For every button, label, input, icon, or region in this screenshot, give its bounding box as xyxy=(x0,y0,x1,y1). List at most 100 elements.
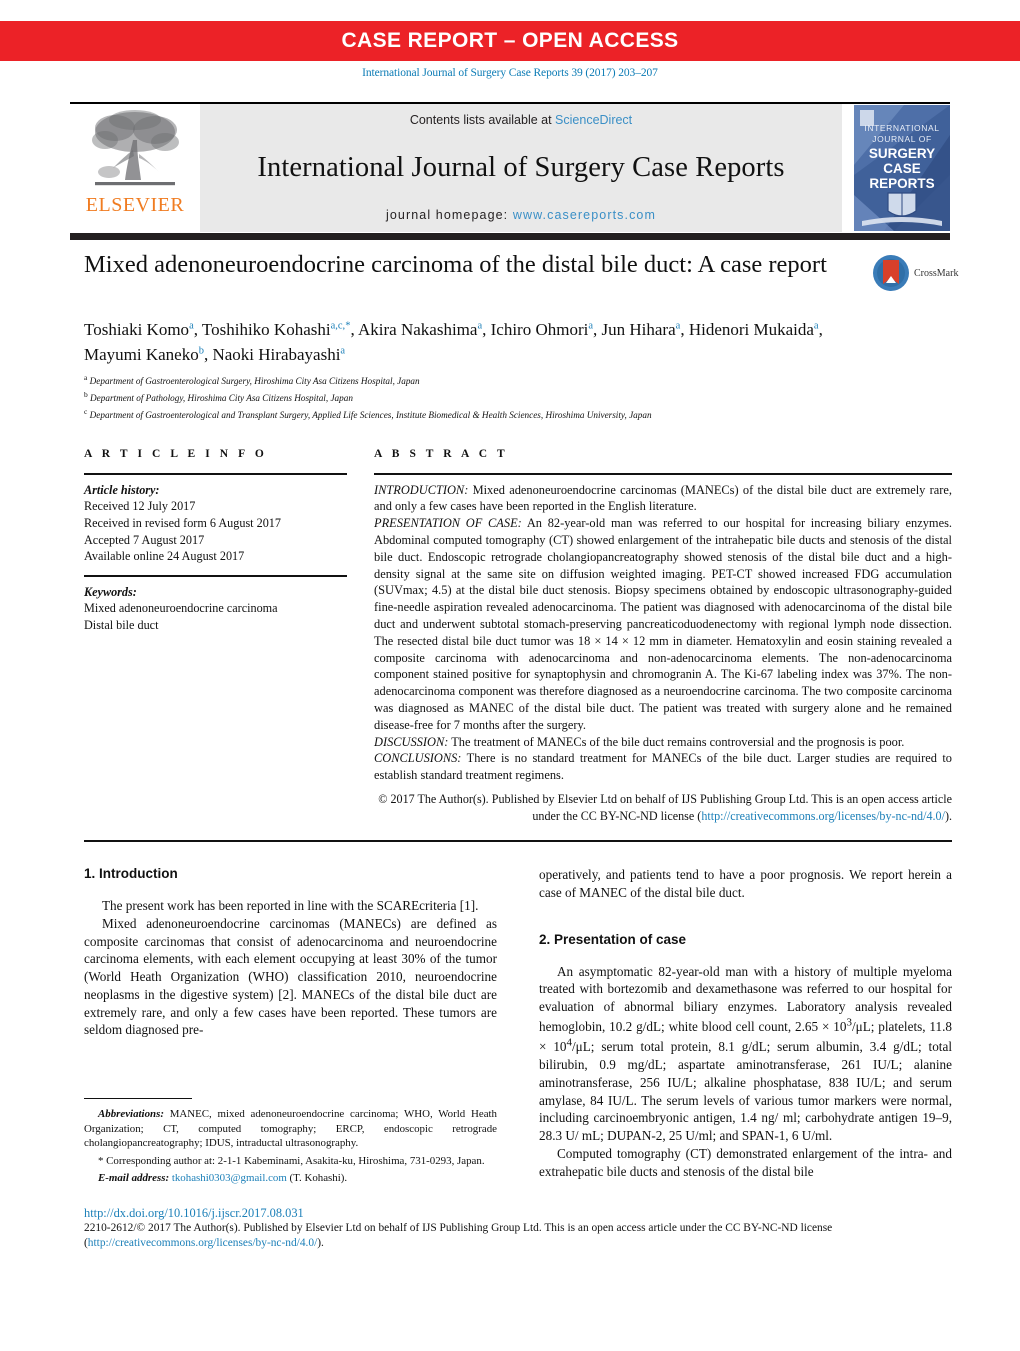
open-access-banner-label: CASE REPORT – OPEN ACCESS xyxy=(341,29,679,52)
history-received: Received 12 July 2017 xyxy=(84,499,196,514)
affiliation-mark-c: c xyxy=(84,406,88,416)
corresponding-author-text: * Corresponding author at: 2-1-1 Kabemin… xyxy=(98,1154,485,1167)
affiliation-mark-a: a xyxy=(84,373,88,382)
keywords-group: Keywords: Mixed adenoneuroendocrine carc… xyxy=(84,584,347,634)
masthead-thick-divider xyxy=(70,233,950,240)
affiliation-b: b Department of Pathology, Hiroshima Cit… xyxy=(84,389,914,406)
svg-text:CASE: CASE xyxy=(883,161,921,176)
article-info-rule xyxy=(84,473,347,475)
email-label: E-mail address: xyxy=(98,1171,170,1184)
abstract-rule xyxy=(374,473,952,475)
abstract-body: INTRODUCTION: Mixed adenoneuroendocrine … xyxy=(374,482,952,784)
affiliation-text-b: Department of Pathology, Hiroshima City … xyxy=(90,393,353,404)
history-accepted: Accepted 7 August 2017 xyxy=(84,532,205,547)
elsevier-logo: ELSEVIER xyxy=(70,104,200,232)
abbreviations-label: Abbreviations: xyxy=(98,1108,164,1121)
crossmark-badge[interactable]: CrossMark xyxy=(872,252,967,294)
svg-text:REPORTS: REPORTS xyxy=(869,176,934,191)
homepage-prefix: journal homepage: xyxy=(386,208,513,222)
abstract-lead-presentation: PRESENTATION OF CASE: xyxy=(374,516,522,531)
affiliation-mark-b: b xyxy=(84,389,88,399)
keyword-item-1: Mixed adenoneuroendocrine carcinoma xyxy=(84,601,278,616)
case-paragraph-2: Computed tomography (CT) demonstrated en… xyxy=(539,1145,952,1181)
journal-homepage-line: journal homepage: www.casereports.com xyxy=(386,208,656,222)
abstract-text-presentation: An 82-year-old man was referred to our h… xyxy=(374,516,952,732)
abstract-lead-introduction: INTRODUCTION: xyxy=(374,482,469,497)
case-p2-text: Computed tomography (CT) demonstrated en… xyxy=(539,1145,952,1179)
keyword-item-2: Distal bile duct xyxy=(84,618,159,633)
page-title: Mixed adenoneuroendocrine carcinoma of t… xyxy=(84,251,827,278)
doi-link[interactable]: http://dx.doi.org/10.1016/j.ijscr.2017.0… xyxy=(84,1205,952,1221)
email-link[interactable]: tkohashi0303@gmail.com xyxy=(172,1172,287,1184)
journal-homepage-link[interactable]: www.casereports.com xyxy=(513,208,656,222)
title-block: Mixed adenoneuroendocrine carcinoma of t… xyxy=(84,250,859,281)
intro-continued-text: operatively, and patients tend to have a… xyxy=(539,867,952,900)
abstract-bottom-rule xyxy=(84,840,952,842)
journal-title: International Journal of Surgery Case Re… xyxy=(257,151,785,183)
section-heading-introduction: 1. Introduction xyxy=(84,866,178,881)
abstract-column: A B S T R A C T INTRODUCTION: Mixed aden… xyxy=(374,448,952,824)
abstract-section-discussion: DISCUSSION: The treatment of MANECs of t… xyxy=(374,734,952,751)
issn-license-line: 2210-2612/© 2017 The Author(s). Publishe… xyxy=(84,1221,952,1251)
journal-cover-thumbnail: INTERNATIONAL JOURNAL OF SURGERY CASE RE… xyxy=(854,104,950,232)
intro-continued-paragraph: operatively, and patients tend to have a… xyxy=(539,866,952,902)
article-history-group: Article history: Received 12 July 2017 R… xyxy=(84,482,347,566)
footnote-email: E-mail address: tkohashi0303@gmail.com (… xyxy=(84,1171,497,1185)
footnote-abbreviations: Abbreviations: MANEC, mixed adenoneuroen… xyxy=(84,1107,497,1150)
copyright-tail: ). xyxy=(944,808,952,823)
section-heading-presentation: 2. Presentation of case xyxy=(539,931,687,947)
intro-paragraph-1: The present work has been reported in li… xyxy=(84,897,497,915)
abstract-section-conclusions: CONCLUSIONS: There is no standard treatm… xyxy=(374,750,952,784)
authors-text: Toshiaki Komoa, Toshihiko Kohashia,c,*, … xyxy=(84,320,823,364)
issn-tail: ). xyxy=(317,1237,324,1250)
journal-cover-image: INTERNATIONAL JOURNAL OF SURGERY CASE RE… xyxy=(854,105,950,231)
svg-text:JOURNAL OF: JOURNAL OF xyxy=(872,134,932,144)
open-access-banner: CASE REPORT – OPEN ACCESS xyxy=(0,21,1020,61)
masthead-center: Contents lists available at ScienceDirec… xyxy=(200,104,842,232)
abstract-copyright: © 2017 The Author(s). Published by Elsev… xyxy=(374,791,952,824)
affiliation-text-c: Department of Gastroenterological and Tr… xyxy=(89,410,652,420)
abstract-section-introduction: INTRODUCTION: Mixed adenoneuroendocrine … xyxy=(374,482,952,516)
keywords-label: Keywords: xyxy=(84,584,137,599)
abstract-heading: A B S T R A C T xyxy=(374,448,509,460)
abstract-text-discussion: The treatment of MANECs of the bile duct… xyxy=(448,734,905,749)
history-revised: Received in revised form 6 August 2017 xyxy=(84,516,281,530)
sciencedirect-link[interactable]: ScienceDirect xyxy=(555,113,632,127)
article-info-column: A R T I C L E I N F O Article history: R… xyxy=(84,448,347,824)
email-tail: (T. Kohashi). xyxy=(286,1171,348,1184)
article-info-heading: A R T I C L E I N F O xyxy=(84,448,268,460)
affiliation-c: c Department of Gastroenterological and … xyxy=(84,406,914,423)
journal-citation: International Journal of Surgery Case Re… xyxy=(362,67,658,79)
affiliation-list: a Department of Gastroenterological Surg… xyxy=(84,372,914,423)
affiliation-text-a: Department of Gastroenterological Surger… xyxy=(89,376,420,387)
contents-prefix: Contents lists available at xyxy=(409,113,556,127)
author-list: Toshiaki Komoa, Toshihiko Kohashia,c,*, … xyxy=(84,318,884,367)
elsevier-tree-icon xyxy=(92,110,179,186)
contents-available-line: Contents lists available at ScienceDirec… xyxy=(410,113,632,127)
elsevier-wordmark: ELSEVIER xyxy=(85,194,185,216)
affiliation-a: a Department of Gastroenterological Surg… xyxy=(84,372,914,389)
column-gap xyxy=(347,448,374,824)
issn-license-link[interactable]: http://creativecommons.org/licenses/by-n… xyxy=(88,1237,317,1249)
svg-text:SURGERY: SURGERY xyxy=(869,146,935,161)
intro-p1-text: The present work has been reported in li… xyxy=(102,898,479,913)
masthead: ELSEVIER Contents lists available at Sci… xyxy=(70,104,950,232)
copyright-license-link[interactable]: http://creativecommons.org/licenses/by-n… xyxy=(701,809,945,823)
article-history-label: Article history: xyxy=(84,482,160,497)
crossmark-icon xyxy=(873,255,909,291)
abstract-section-presentation: PRESENTATION OF CASE: An 82-year-old man… xyxy=(374,515,952,733)
case-p1-text: An asymptomatic 82-year-old man with a h… xyxy=(539,963,952,1144)
footnote-corresponding-author: * Corresponding author at: 2-1-1 Kabemin… xyxy=(84,1154,497,1168)
paper-page: CASE REPORT – OPEN ACCESS International … xyxy=(0,0,1020,1351)
keywords-rule xyxy=(84,575,347,577)
abstract-lead-discussion: DISCUSSION: xyxy=(374,734,449,749)
footnote-rule xyxy=(84,1098,192,1100)
footnote-block: Abbreviations: MANEC, mixed adenoneuroen… xyxy=(84,1098,497,1188)
crossmark-label: CrossMark xyxy=(914,267,959,279)
info-abstract-region: A R T I C L E I N F O Article history: R… xyxy=(84,448,952,824)
intro-p2-text: Mixed adenoneuroendocrine carcinomas (MA… xyxy=(84,915,497,1038)
intro-paragraph-2: Mixed adenoneuroendocrine carcinomas (MA… xyxy=(84,915,497,1039)
history-online: Available online 24 August 2017 xyxy=(84,549,245,564)
body-column-gap xyxy=(497,866,539,1180)
case-paragraph-1: An asymptomatic 82-year-old man with a h… xyxy=(539,963,952,1145)
